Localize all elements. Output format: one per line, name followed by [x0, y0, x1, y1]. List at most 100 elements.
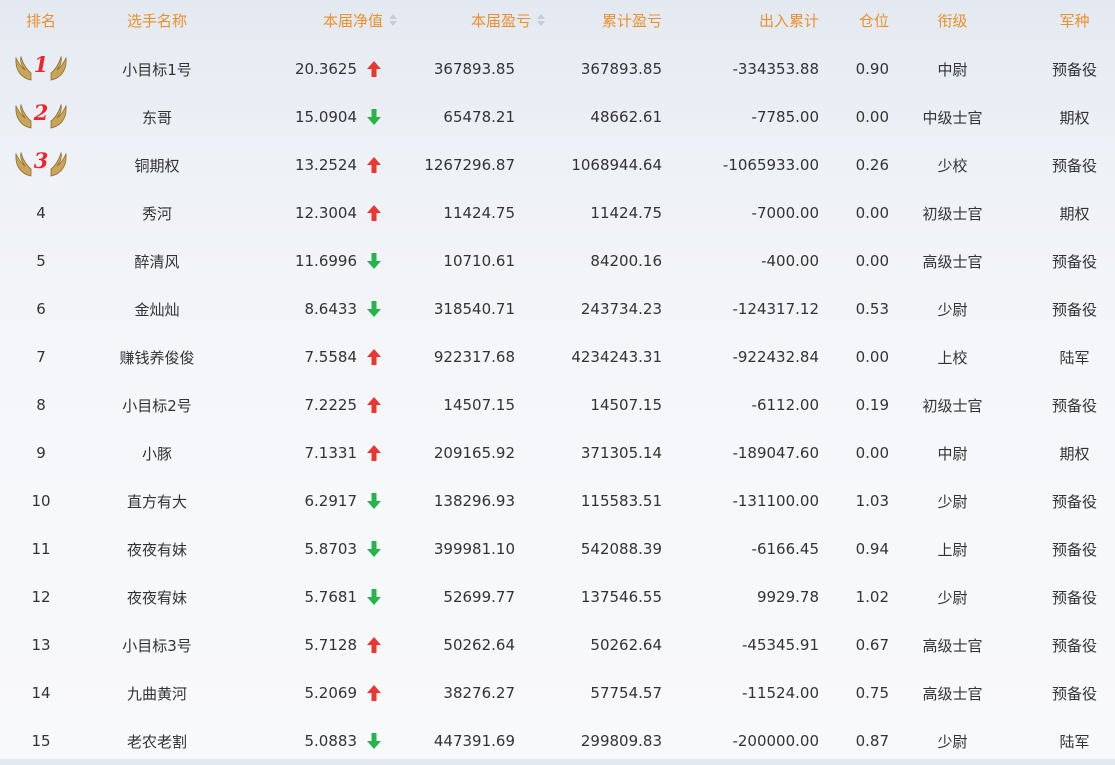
- table-row[interactable]: 12 夜夜宥妹 5.7681 52699.77 137546.55 9929.78 1.02…: [0, 573, 1115, 621]
- cumulative-pnl: 243734.23: [580, 300, 662, 318]
- table-row[interactable]: 2 东哥 15.0904 65478.21 48662.61 -7785.00 0.00 中级…: [0, 93, 1115, 141]
- header-net-value[interactable]: 本届净值: [232, 10, 397, 31]
- rank-title: 初级士官: [922, 396, 983, 415]
- flow-total: -200000.00: [732, 732, 819, 750]
- position: 0.87: [855, 732, 889, 750]
- arrow-down-icon: [367, 301, 397, 317]
- table-row[interactable]: 6 金灿灿 8.6433 318540.71 243734.23 -124317.12 0.…: [0, 285, 1115, 333]
- rank-cell: 8: [36, 396, 46, 414]
- header-army: 军种: [1059, 11, 1090, 30]
- arrow-down-icon: [367, 493, 397, 509]
- rank-title: 少尉: [937, 300, 968, 319]
- header-cumulative-pnl: 累计盈亏: [601, 11, 662, 30]
- current-pnl: 14507.15: [443, 396, 515, 414]
- net-value: 11.6996: [294, 252, 357, 270]
- current-pnl: 399981.10: [433, 540, 515, 558]
- table-row[interactable]: 15 老农老割 5.0883 447391.69 299809.83 -200000.00…: [0, 717, 1115, 765]
- table-row[interactable]: 4 秀河 12.3004 11424.75 11424.75 -7000.00 0.00 初级…: [0, 189, 1115, 237]
- flow-total: -1065933.00: [722, 156, 819, 174]
- cumulative-pnl: 14507.15: [590, 396, 662, 414]
- rank-cell: 6: [36, 300, 46, 318]
- army-branch: 预备役: [1051, 252, 1097, 271]
- position: 0.19: [855, 396, 889, 414]
- arrow-down-icon: [367, 253, 397, 269]
- flow-total: -400.00: [761, 252, 819, 270]
- table-row[interactable]: 9 小豚 7.1331 209165.92 371305.14 -189047.60 0.0…: [0, 429, 1115, 477]
- player-name[interactable]: 小豚: [82, 443, 232, 464]
- table-row[interactable]: 14 九曲黄河 5.2069 38276.27 57754.57 -11524.00 0.7…: [0, 669, 1115, 717]
- army-branch: 陆军: [1059, 732, 1090, 751]
- army-branch: 期权: [1059, 108, 1090, 127]
- flow-total: -11524.00: [742, 684, 819, 702]
- player-name[interactable]: 老农老割: [82, 731, 232, 752]
- army-branch: 预备役: [1051, 636, 1097, 655]
- player-name[interactable]: 东哥: [82, 107, 232, 128]
- rank-number: 2: [33, 100, 49, 125]
- leaderboard-rows: 1 小目标1号 20.3625 367893.85 367893.85 -334353.8…: [0, 45, 1115, 765]
- player-name[interactable]: 夜夜宥妹: [82, 587, 232, 608]
- table-row[interactable]: 3 铜期权 13.2524 1267296.87 1068944.64 -1065933.…: [0, 141, 1115, 189]
- current-pnl: 50262.64: [443, 636, 515, 654]
- rank-number: 3: [33, 148, 49, 173]
- player-name[interactable]: 直方有大: [82, 491, 232, 512]
- player-name[interactable]: 小目标2号: [82, 395, 232, 416]
- table-row[interactable]: 11 夜夜有妹 5.8703 399981.10 542088.39 -6166.45 0.…: [0, 525, 1115, 573]
- sort-icon[interactable]: [389, 14, 397, 26]
- rank-title: 少尉: [937, 492, 968, 511]
- header-rank-title: 衔级: [937, 11, 968, 30]
- net-value: 7.1331: [304, 444, 358, 462]
- table-row[interactable]: 5 醉清风 11.6996 10710.61 84200.16 -400.00 0.00 高级…: [0, 237, 1115, 285]
- rank-title: 上校: [937, 348, 968, 367]
- table-row[interactable]: 7 赚钱养俊俊 7.5584 922317.68 4234243.31 -922432.8…: [0, 333, 1115, 381]
- current-pnl: 11424.75: [443, 204, 515, 222]
- table-header: 排名 选手名称 本届净值 本届盈亏 累计盈亏 出入累计 仓位 衔级 军种: [0, 0, 1115, 40]
- rank-cell: 2: [0, 98, 82, 136]
- army-branch: 陆军: [1059, 348, 1090, 367]
- current-pnl: 922317.68: [433, 348, 515, 366]
- table-row[interactable]: 1 小目标1号 20.3625 367893.85 367893.85 -334353.8…: [0, 45, 1115, 93]
- header-flow: 出入累计: [758, 11, 819, 30]
- player-name[interactable]: 小目标3号: [82, 635, 232, 656]
- table-row[interactable]: 10 直方有大 6.2917 138296.93 115583.51 -131100.00…: [0, 477, 1115, 525]
- sort-icon[interactable]: [537, 14, 545, 26]
- position: 0.00: [855, 204, 889, 222]
- player-name[interactable]: 金灿灿: [82, 299, 232, 320]
- current-pnl: 209165.92: [433, 444, 515, 462]
- cumulative-pnl: 371305.14: [580, 444, 662, 462]
- cumulative-pnl: 84200.16: [590, 252, 662, 270]
- net-value: 5.8703: [304, 540, 358, 558]
- army-branch: 预备役: [1051, 492, 1097, 511]
- cumulative-pnl: 367893.85: [580, 60, 662, 78]
- current-pnl: 138296.93: [433, 492, 515, 510]
- cumulative-pnl: 50262.64: [590, 636, 662, 654]
- flow-total: -189047.60: [732, 444, 819, 462]
- rank-title: 少尉: [937, 588, 968, 607]
- header-net-value-label: 本届净值: [322, 11, 383, 30]
- rank-title: 中尉: [937, 60, 968, 79]
- player-name[interactable]: 小目标1号: [82, 59, 232, 80]
- army-branch: 预备役: [1051, 540, 1097, 559]
- position: 0.53: [855, 300, 889, 318]
- army-branch: 预备役: [1051, 60, 1097, 79]
- cumulative-pnl: 299809.83: [580, 732, 662, 750]
- player-name[interactable]: 九曲黄河: [82, 683, 232, 704]
- flow-total: 9929.78: [756, 588, 819, 606]
- player-name[interactable]: 秀河: [82, 203, 232, 224]
- table-row[interactable]: 13 小目标3号 5.7128 50262.64 50262.64 -45345.91 0.…: [0, 621, 1115, 669]
- player-name[interactable]: 铜期权: [82, 155, 232, 176]
- player-name[interactable]: 醉清风: [82, 251, 232, 272]
- player-name[interactable]: 夜夜有妹: [82, 539, 232, 560]
- army-branch: 预备役: [1051, 300, 1097, 319]
- player-name[interactable]: 赚钱养俊俊: [82, 347, 232, 368]
- rank-title: 中尉: [937, 444, 968, 463]
- position: 1.02: [855, 588, 889, 606]
- army-branch: 期权: [1059, 204, 1090, 223]
- arrow-down-icon: [367, 733, 397, 749]
- net-value: 5.7681: [304, 588, 358, 606]
- position: 0.75: [855, 684, 889, 702]
- table-row[interactable]: 8 小目标2号 7.2225 14507.15 14507.15 -6112.00 0.19…: [0, 381, 1115, 429]
- rank-title: 中级士官: [922, 108, 983, 127]
- arrow-up-icon: [367, 637, 397, 653]
- header-current-pnl[interactable]: 本届盈亏: [397, 10, 545, 31]
- current-pnl: 65478.21: [443, 108, 515, 126]
